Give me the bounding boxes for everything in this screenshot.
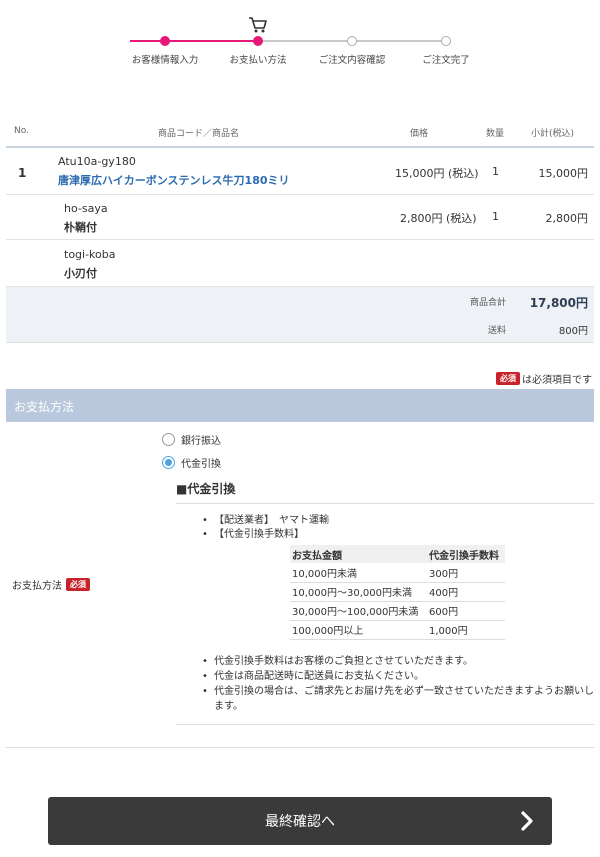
product-name-link[interactable]: 唐津厚広ハイカーボンステンレス牛刀180ミリ <box>58 172 290 188</box>
chevron-right-icon <box>521 811 533 831</box>
option-price: 2,800円 (税込) <box>400 212 477 225</box>
goods-total-label: 商品合計 <box>469 298 506 308</box>
cod-note: 代金引換の場合は、ご請求先とお届け先を必ず一致させていただきますようお願いします… <box>176 684 594 714</box>
cart-icon <box>249 17 267 33</box>
radio-label: 代金引換 <box>181 459 221 470</box>
step-dot <box>347 36 357 46</box>
product-qty: 1 <box>492 165 499 178</box>
step-dot <box>160 36 170 46</box>
product-price: 15,000円 (税込) <box>395 167 479 180</box>
payment-section: お支払方法 必須 銀行振込 代金引換 ■代金引換 【配送業者】 ヤマト運輸 【代… <box>6 422 594 748</box>
radio-bank-transfer[interactable]: 銀行振込 <box>162 432 221 447</box>
option-subtotal: 2,800円 <box>545 212 589 225</box>
final-confirm-label: 最終確認へ <box>265 814 335 830</box>
cod-fee-table: お支払金額 代金引換手数料 10,000円未満 300円 10,000円～30,… <box>290 545 505 640</box>
step-label: ご注文完了 <box>422 55 470 66</box>
fee-value: 300円 <box>427 563 505 583</box>
radio-cash-on-delivery[interactable]: 代金引換 <box>162 455 221 470</box>
payment-section-title: お支払方法 <box>6 389 594 422</box>
header-no: No. <box>14 126 29 136</box>
cod-carrier: 【配送業者】 ヤマト運輸 <box>176 514 594 528</box>
required-badge: 必須 <box>66 578 90 591</box>
product-subtotal: 15,000円 <box>538 167 589 180</box>
fee-header-amount: お支払金額 <box>290 545 427 563</box>
shipping-label: 送料 <box>487 326 506 336</box>
fee-value: 1,000円 <box>427 620 505 640</box>
checkout-progress: お客様情報入力 お支払い方法 ご注文内容確認 ご注文完了 <box>0 14 600 74</box>
header-subtotal: 小計(税込) <box>531 129 575 139</box>
fee-value: 400円 <box>427 582 505 602</box>
table-row: togi-koba 小刃付 <box>6 240 594 287</box>
option-name: 朴鞘付 <box>64 221 97 234</box>
required-note-text: は必須項目です <box>522 375 592 386</box>
radio-circle-checked[interactable] <box>162 456 175 469</box>
radio-label: 銀行振込 <box>181 436 221 447</box>
cod-note: 代金は商品配送時に配送員にお支払ください。 <box>176 669 594 684</box>
cod-fee-label: 【代金引換手数料】 <box>176 528 594 542</box>
fee-amount: 10,000円未満 <box>290 563 427 583</box>
fee-amount: 30,000円～100,000円未満 <box>290 601 427 621</box>
table-row: 100,000円以上 1,000円 <box>290 620 505 640</box>
header-product: 商品コード／商品名 <box>158 129 240 139</box>
row-number: 1 <box>18 166 27 180</box>
table-row: ho-saya 朴鞘付 2,800円 (税込) 1 2,800円 <box>6 195 594 240</box>
fee-value: 600円 <box>427 601 505 621</box>
required-note: 必須 は必須項目です <box>496 371 592 386</box>
step-dot <box>441 36 451 46</box>
cart-totals: 商品合計 17,800円 送料 800円 <box>6 287 594 343</box>
fee-amount: 100,000円以上 <box>290 620 427 640</box>
table-header-row: お支払金額 代金引換手数料 <box>290 545 505 563</box>
product-code: Atu10a-gy180 <box>58 155 136 168</box>
option-code: togi-koba <box>64 248 116 261</box>
header-qty: 数量 <box>486 129 505 139</box>
cod-title: ■代金引換 <box>176 480 594 504</box>
fee-header-fee: 代金引換手数料 <box>427 545 505 563</box>
radio-circle[interactable] <box>162 433 175 446</box>
header-price: 価格 <box>410 129 429 139</box>
goods-total-value: 17,800円 <box>529 296 588 310</box>
table-row: 10,000円未満 300円 <box>290 563 505 583</box>
final-confirm-button[interactable]: 最終確認へ <box>48 797 552 845</box>
step-dot <box>253 36 263 46</box>
fee-amount: 10,000円～30,000円未満 <box>290 582 427 602</box>
shipping-value: 800円 <box>558 326 588 337</box>
table-row: 10,000円～30,000円未満 400円 <box>290 582 505 602</box>
payment-label: お支払方法 必須 <box>12 577 92 592</box>
option-qty: 1 <box>492 210 499 223</box>
option-name: 小刃付 <box>64 267 97 280</box>
cod-info-list: 【配送業者】 ヤマト運輸 【代金引換手数料】 <box>176 514 594 542</box>
table-row: 1 Atu10a-gy180 唐津厚広ハイカーボンステンレス牛刀180ミリ 15… <box>6 148 594 195</box>
required-badge: 必須 <box>496 372 520 385</box>
table-row: 30,000円～100,000円未満 600円 <box>290 601 505 621</box>
option-code: ho-saya <box>64 202 108 215</box>
cart-header: No. 商品コード／商品名 価格 数量 小計(税込) <box>6 116 594 148</box>
cod-notes: 代金引換手数料はお客様のご負担とさせていただきます。 代金は商品配送時に配送員に… <box>176 654 594 725</box>
cod-details: ■代金引換 【配送業者】 ヤマト運輸 【代金引換手数料】 お支払金額 代金引換手… <box>176 480 594 725</box>
cod-note: 代金引換手数料はお客様のご負担とさせていただきます。 <box>176 654 594 669</box>
payment-label-text: お支払方法 <box>12 581 62 592</box>
cart-table: No. 商品コード／商品名 価格 数量 小計(税込) 1 Atu10a-gy18… <box>6 116 594 343</box>
progress-line-done <box>130 40 258 42</box>
